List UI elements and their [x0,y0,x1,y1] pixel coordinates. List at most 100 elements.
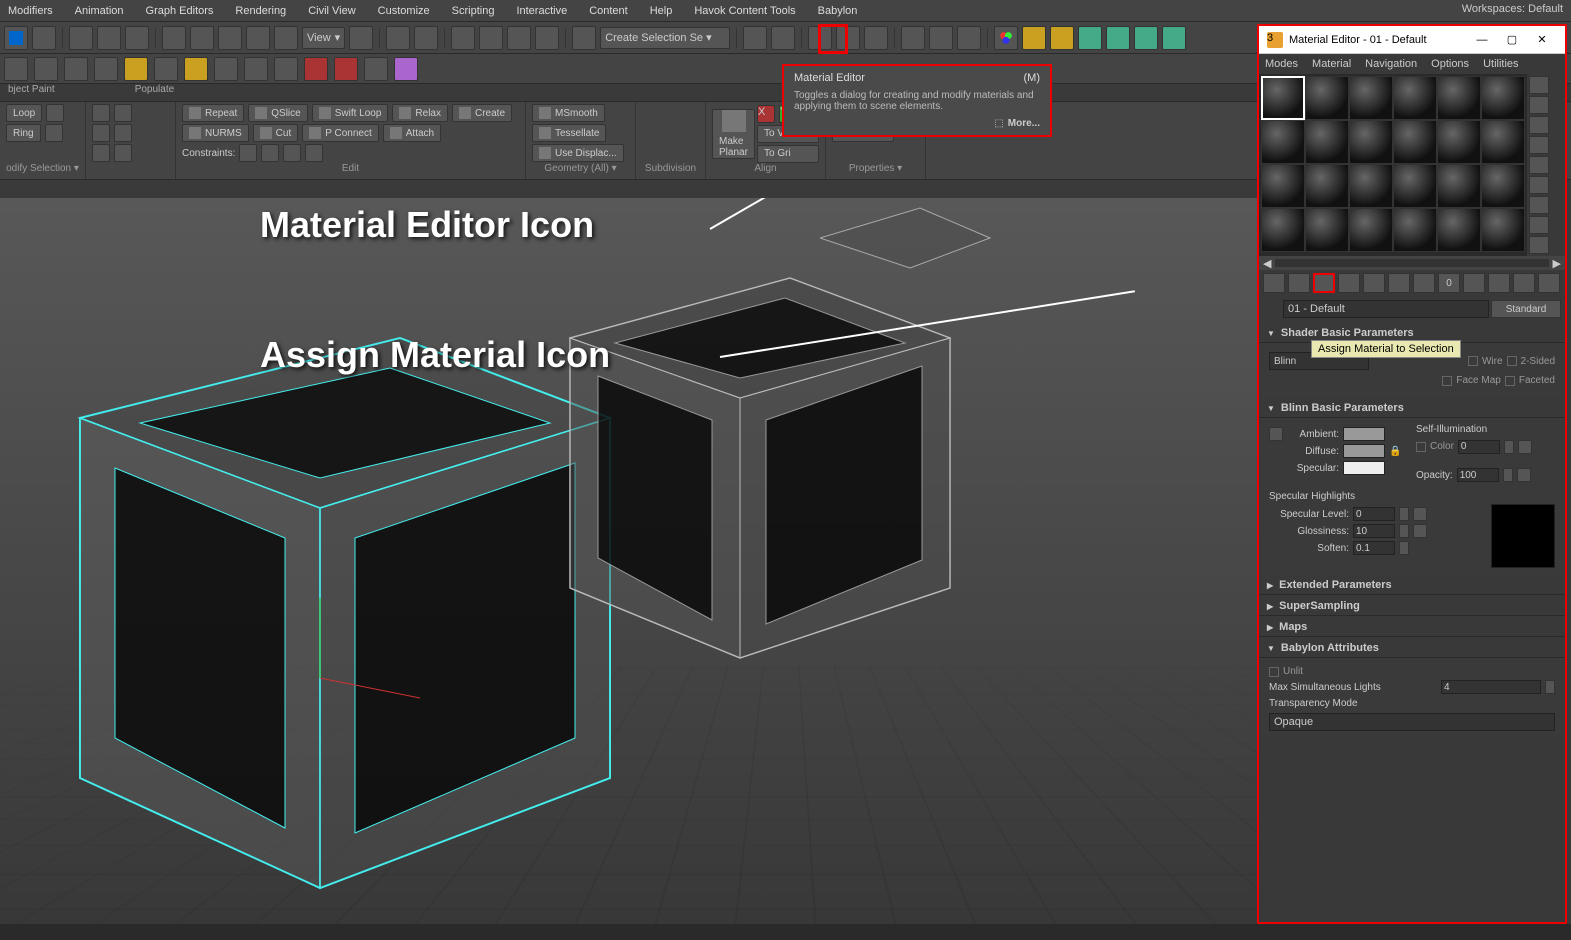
selection-set-dropdown[interactable]: Create Selection Se ▾ [600,27,730,49]
sample-slot[interactable] [1261,208,1305,252]
menu-help[interactable]: Help [650,5,673,17]
bind-icon[interactable] [125,26,149,50]
attach-button[interactable]: Attach [383,124,441,142]
sel-d-icon[interactable] [114,144,132,162]
menu-graph-editors[interactable]: Graph Editors [146,5,214,17]
swiftloop-button[interactable]: Swift Loop [312,104,389,122]
selected-mesh-cube[interactable] [60,278,600,818]
maximize-button[interactable]: ▢ [1497,30,1527,50]
constr-normal-icon[interactable] [305,144,323,162]
sample-slot[interactable] [1349,208,1393,252]
msmooth-button[interactable]: MSmooth [532,104,605,122]
sample-slot[interactable] [1393,76,1437,120]
teapot3-icon[interactable] [1134,26,1158,50]
angle-snap-icon[interactable] [479,26,503,50]
sel-b-icon[interactable] [114,124,132,142]
selfillum-color-checkbox[interactable]: Color [1416,441,1454,452]
put-to-lib-icon[interactable] [1413,273,1435,293]
facemap-checkbox[interactable]: Face Map [1442,375,1500,386]
faceted-checkbox[interactable]: Faceted [1505,375,1555,386]
select-manipulate-icon[interactable] [386,26,410,50]
pconnect-button[interactable]: P Connect [302,124,379,142]
constr-edge-icon[interactable] [261,144,279,162]
sample-slot[interactable] [1349,164,1393,208]
grow-icon[interactable] [92,104,110,122]
sample-slot[interactable] [1437,164,1481,208]
opacity-spinner[interactable]: 100 [1457,468,1499,482]
blinn-basic-rollout[interactable]: Blinn Basic Parameters [1259,399,1565,418]
extended-params-rollout[interactable]: Extended Parameters [1259,576,1565,595]
sample-slot[interactable] [1261,76,1305,120]
me-menu-navigation[interactable]: Navigation [1365,58,1417,70]
assign-to-selection-icon[interactable] [1313,273,1335,293]
sample-slot[interactable] [1261,120,1305,164]
opacity-map-icon[interactable] [1517,468,1531,482]
menu-babylon[interactable]: Babylon [818,5,858,17]
me-menu-utilities[interactable]: Utilities [1483,58,1518,70]
maps-rollout[interactable]: Maps [1259,618,1565,637]
curve-editor2-icon[interactable] [929,26,953,50]
select-by-mat-icon[interactable] [1529,216,1549,234]
lock-icon[interactable]: 🔒 [1389,446,1401,457]
spec-level-map-icon[interactable] [1413,507,1427,521]
show-end-result-icon[interactable] [1488,273,1510,293]
sample-scrollbar[interactable]: ◀▶ [1259,256,1565,270]
use-center-icon[interactable] [349,26,373,50]
rotate-icon[interactable] [218,26,242,50]
workspace-selector[interactable]: Workspaces: Default [1462,3,1563,15]
menu-civil-view[interactable]: Civil View [308,5,355,17]
menu-modifiers[interactable]: Modifiers [8,5,53,17]
babylon-rollout[interactable]: Babylon Attributes [1259,639,1565,658]
make-unique-icon[interactable] [1388,273,1410,293]
sample-slot[interactable] [1393,208,1437,252]
tool-i-icon[interactable] [244,57,268,81]
move-icon[interactable] [190,26,214,50]
sample-slot[interactable] [1393,164,1437,208]
usedisplac-button[interactable]: Use Displac... [532,144,624,162]
sample-slot[interactable] [1481,208,1525,252]
loop-button[interactable]: Loop [6,104,42,122]
sample-slot[interactable] [1349,76,1393,120]
teapot4-icon[interactable] [1162,26,1186,50]
video-check-icon[interactable] [1529,156,1549,174]
gloss-map-icon[interactable] [1413,524,1427,538]
me-menu-modes[interactable]: Modes [1265,58,1298,70]
matidlib-icon[interactable] [1529,236,1549,254]
scale-icon[interactable] [246,26,270,50]
loop-opt-icon[interactable] [46,104,64,122]
close-button[interactable]: ✕ [1527,30,1557,50]
sample-slot[interactable] [1393,120,1437,164]
tool-h-icon[interactable] [214,57,238,81]
menu-scripting[interactable]: Scripting [452,5,495,17]
spinner-snap-icon[interactable] [535,26,559,50]
specular-level-spinner[interactable]: 0 [1353,507,1395,521]
sample-slot[interactable] [1481,76,1525,120]
constr-none-icon[interactable] [239,144,257,162]
backlight-icon[interactable] [1529,96,1549,114]
sample-slot[interactable] [1305,208,1349,252]
menu-content[interactable]: Content [589,5,628,17]
undo-icon[interactable] [4,26,28,50]
menu-rendering[interactable]: Rendering [235,5,286,17]
tooltip-more[interactable]: More... [1008,118,1040,129]
repeat-button[interactable]: Repeat [182,104,244,122]
wire-checkbox[interactable]: Wire [1468,356,1503,367]
schematic-view-icon[interactable] [864,26,888,50]
tool-g-icon[interactable] [184,57,208,81]
teapot1-icon[interactable] [1078,26,1102,50]
go-forward-icon[interactable] [1538,273,1560,293]
ambient-swatch[interactable] [1343,427,1385,441]
menu-havok[interactable]: Havok Content Tools [694,5,795,17]
shrink-icon[interactable] [114,104,132,122]
put-to-scene-icon[interactable] [1288,273,1310,293]
sample-slot[interactable] [1437,120,1481,164]
sample-slot[interactable] [1305,164,1349,208]
reset-map-icon[interactable] [1338,273,1360,293]
create-button[interactable]: Create [452,104,512,122]
nurms-button[interactable]: NURMS [182,124,249,142]
tool-n-icon[interactable] [394,57,418,81]
soften-spinner[interactable]: 0.1 [1353,541,1395,555]
snap-toggle-icon[interactable] [451,26,475,50]
select-link-icon[interactable] [69,26,93,50]
tool-l-icon[interactable] [334,57,358,81]
